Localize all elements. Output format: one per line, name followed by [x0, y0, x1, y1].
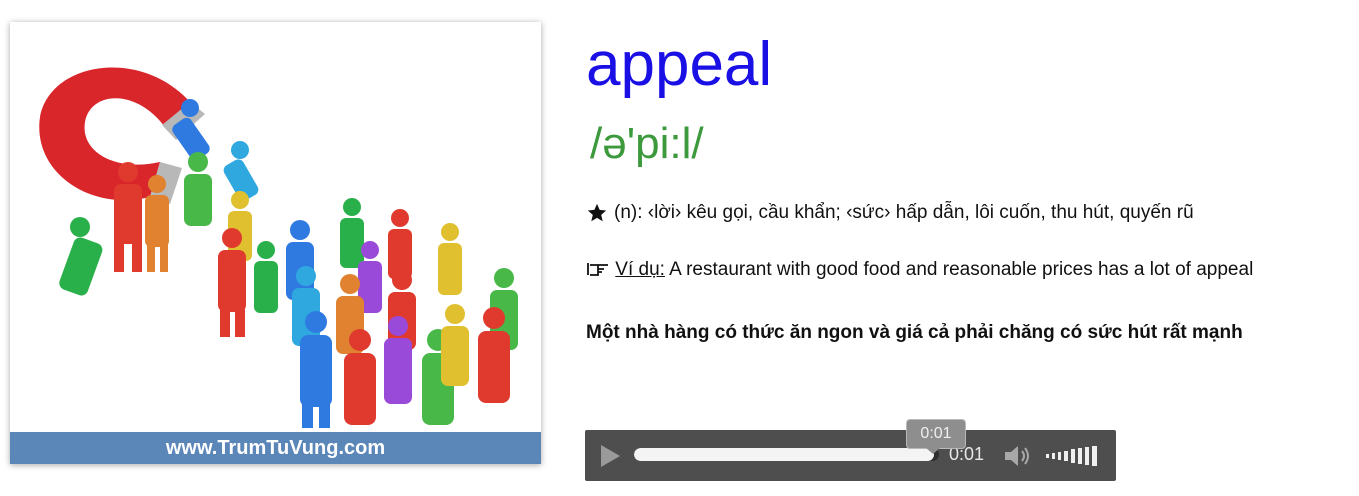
magnet-people-illustration: [39, 67, 518, 428]
website-banner: www.TrumTuVung.com: [10, 432, 541, 464]
play-icon[interactable]: [595, 442, 623, 470]
illustration-card: www.TrumTuVung.com: [10, 22, 541, 464]
example-block: Ví dụ: A restaurant with good food and r…: [586, 254, 1346, 285]
audio-player: 0:01: [585, 430, 1116, 481]
example-label: Ví dụ:: [615, 259, 665, 280]
seek-time-tooltip: 0:01: [906, 419, 966, 449]
tooltip-arrow: [925, 447, 941, 454]
progress-track[interactable]: [634, 448, 939, 461]
example-translation: Một nhà hàng có thức ăn ngon và giá cả p…: [586, 322, 1243, 343]
pointing-hand-icon: [587, 263, 608, 276]
phonetic-transcription: /ə'pi:l/: [590, 119, 704, 168]
example-text: A restaurant with good food and reasonab…: [669, 259, 1254, 280]
vocabulary-word: appeal: [586, 30, 773, 99]
volume-slider[interactable]: [1046, 445, 1102, 467]
progress-fill: [634, 448, 935, 461]
definition-text: (n): ‹lời› kêu gọi, cầu khẩn; ‹sức› hấp …: [614, 202, 1194, 223]
volume-icon[interactable]: [1002, 442, 1034, 470]
star-icon: [587, 203, 607, 222]
definition-line: (n): ‹lời› kêu gọi, cầu khẩn; ‹sức› hấp …: [586, 202, 1346, 224]
people-crowd: [59, 99, 518, 428]
